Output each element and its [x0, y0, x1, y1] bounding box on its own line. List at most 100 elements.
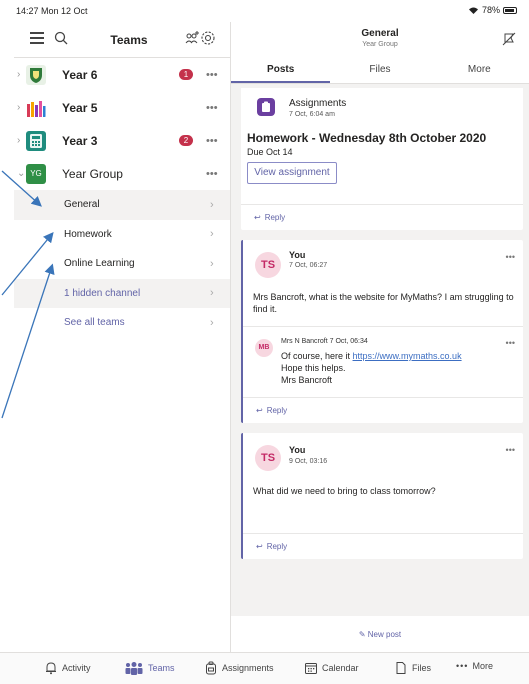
team-row-year-group[interactable]: ⌄ YG Year Group •••: [14, 157, 230, 190]
channel-subtitle: Year Group: [362, 41, 398, 48]
chevron-right-icon: ›: [17, 135, 21, 146]
new-post-label: New post: [367, 630, 402, 639]
create-team-icon[interactable]: [184, 30, 200, 46]
see-all-teams-item[interactable]: See all teams ›: [14, 308, 230, 338]
assignment-time: 7 Oct, 6:04 am: [289, 111, 335, 118]
channel-title: General: [361, 28, 399, 39]
chevron-right-icon: ›: [210, 257, 214, 270]
team-avatar-calculator: [26, 130, 46, 151]
nav-label: More: [472, 661, 493, 671]
channel-tabs: Posts Files More: [231, 58, 529, 84]
nav-more[interactable]: ••• More: [456, 661, 493, 671]
sidebar-header: Teams: [14, 22, 230, 58]
tab-posts[interactable]: Posts: [231, 58, 331, 83]
more-options-icon[interactable]: •••: [506, 338, 515, 348]
reply-label: Reply: [266, 406, 288, 415]
nav-teams[interactable]: Teams: [124, 661, 175, 675]
reply-arrow-icon: ↩: [256, 542, 263, 551]
more-options-icon[interactable]: •••: [206, 69, 218, 81]
more-options-icon[interactable]: •••: [206, 135, 218, 147]
nav-label: Assignments: [222, 663, 274, 673]
nav-files[interactable]: Files: [394, 661, 431, 675]
unread-badge: 2: [179, 135, 193, 146]
chevron-right-icon: ›: [17, 102, 21, 113]
channel-homework[interactable]: Homework ›: [14, 220, 230, 250]
nav-label: Calendar: [322, 663, 359, 673]
reply-arrow-icon: ↩: [256, 406, 263, 415]
reply-button[interactable]: ↩ Reply: [243, 397, 523, 423]
reply-label: Reply: [266, 542, 288, 551]
assignments-app-icon: [257, 98, 275, 116]
post-author: You: [289, 445, 306, 455]
assignment-due: Due Oct 14: [247, 147, 293, 157]
channel-label: General: [64, 199, 100, 211]
post-text: What did we need to bring to class tomor…: [253, 486, 436, 496]
teams-sidebar: Teams › Year 6 1 ••• › Year 5 ••• › Year…: [14, 22, 231, 652]
nav-label: Files: [412, 663, 432, 673]
battery-indicator: 78%: [468, 5, 517, 15]
team-row-year-6[interactable]: › Year 6 1 •••: [14, 58, 230, 91]
battery-percent: 78%: [481, 5, 500, 15]
channel-online-learning[interactable]: Online Learning ›: [14, 249, 230, 279]
tab-more[interactable]: More: [430, 58, 529, 83]
channel-header: General Year Group: [231, 22, 529, 58]
wifi-icon: [468, 7, 478, 14]
nav-activity[interactable]: Activity: [44, 661, 91, 675]
reply-text: Of course, here it https://www.mymaths.c…: [281, 350, 462, 362]
reply-text-part: Of course, here it: [281, 351, 353, 361]
battery-icon: [503, 6, 517, 14]
post-author: You: [289, 250, 306, 260]
reply-text-line-2: Hope this helps.: [281, 363, 346, 373]
bell-icon: [46, 662, 56, 675]
post-time: 7 Oct, 06:27: [289, 262, 328, 269]
post-text: Mrs Bancroft, what is the website for My…: [253, 292, 514, 314]
team-avatar-crayons: [26, 97, 46, 118]
compose-icon: ✎: [358, 630, 366, 639]
team-name: Year 5: [62, 100, 98, 115]
teams-app-screen: 14:27 Mon 12 Oct 78% Teams › Year 6 1 ••…: [0, 0, 529, 684]
reply-author: Mrs N Bancroft 7 Oct, 06:34: [281, 338, 368, 345]
tab-files[interactable]: Files: [330, 58, 429, 83]
more-icon: •••: [456, 661, 469, 671]
chevron-right-icon: ›: [210, 316, 214, 329]
channel-label: See all teams: [64, 317, 125, 329]
unfollow-icon[interactable]: [501, 31, 517, 47]
channel-label: Online Learning: [64, 258, 135, 270]
reply-button[interactable]: ↩ Reply: [243, 533, 523, 559]
nav-label: Teams: [148, 663, 175, 673]
assignment-app-name: Assignments: [289, 98, 347, 109]
hidden-channels-item[interactable]: 1 hidden channel ›: [14, 278, 230, 308]
view-assignment-button[interactable]: View assignment: [247, 162, 337, 184]
teams-icon: [125, 662, 143, 675]
more-options-icon[interactable]: •••: [506, 445, 515, 455]
chevron-right-icon: ›: [210, 228, 214, 241]
team-row-year-5[interactable]: › Year 5 •••: [14, 91, 230, 124]
team-name: Year 3: [62, 133, 98, 148]
reply-arrow-icon: ↩: [254, 213, 261, 222]
nav-assignments[interactable]: Assignments: [204, 661, 274, 675]
reply-text-line-3: Mrs Bancroft: [281, 375, 333, 385]
team-name: Year 6: [62, 67, 98, 82]
team-row-year-3[interactable]: › Year 3 2 •••: [14, 124, 230, 157]
reply-button[interactable]: ↩ Reply: [241, 204, 523, 230]
more-options-icon[interactable]: •••: [206, 168, 218, 180]
more-options-icon[interactable]: •••: [506, 252, 515, 262]
backpack-icon: [206, 661, 216, 675]
mymaths-link[interactable]: https://www.mymaths.co.uk: [353, 351, 462, 361]
message-post: TS You 9 Oct, 03:16 ••• What did we need…: [241, 433, 523, 559]
channel-general[interactable]: General ›: [14, 190, 230, 220]
new-post-button[interactable]: ✎ New post: [231, 616, 529, 652]
reply-label: Reply: [264, 213, 286, 222]
chevron-right-icon: ›: [17, 69, 21, 80]
bottom-nav: Activity Teams Assignments Calendar File…: [0, 652, 529, 684]
assignment-title: Homework - Wednesday 8th October 2020: [247, 131, 487, 145]
gear-icon[interactable]: [200, 30, 216, 46]
more-options-icon[interactable]: •••: [206, 102, 218, 114]
channel-pane: General Year Group Posts Files More Assi…: [231, 22, 529, 652]
file-icon: [396, 662, 406, 674]
status-time: 14:27 Mon 12 Oct: [16, 6, 88, 16]
nav-calendar[interactable]: Calendar: [304, 661, 359, 675]
team-name: Year Group: [62, 166, 123, 181]
status-bar: 14:27 Mon 12 Oct 78%: [0, 0, 529, 22]
team-avatar-shield: [26, 64, 46, 85]
